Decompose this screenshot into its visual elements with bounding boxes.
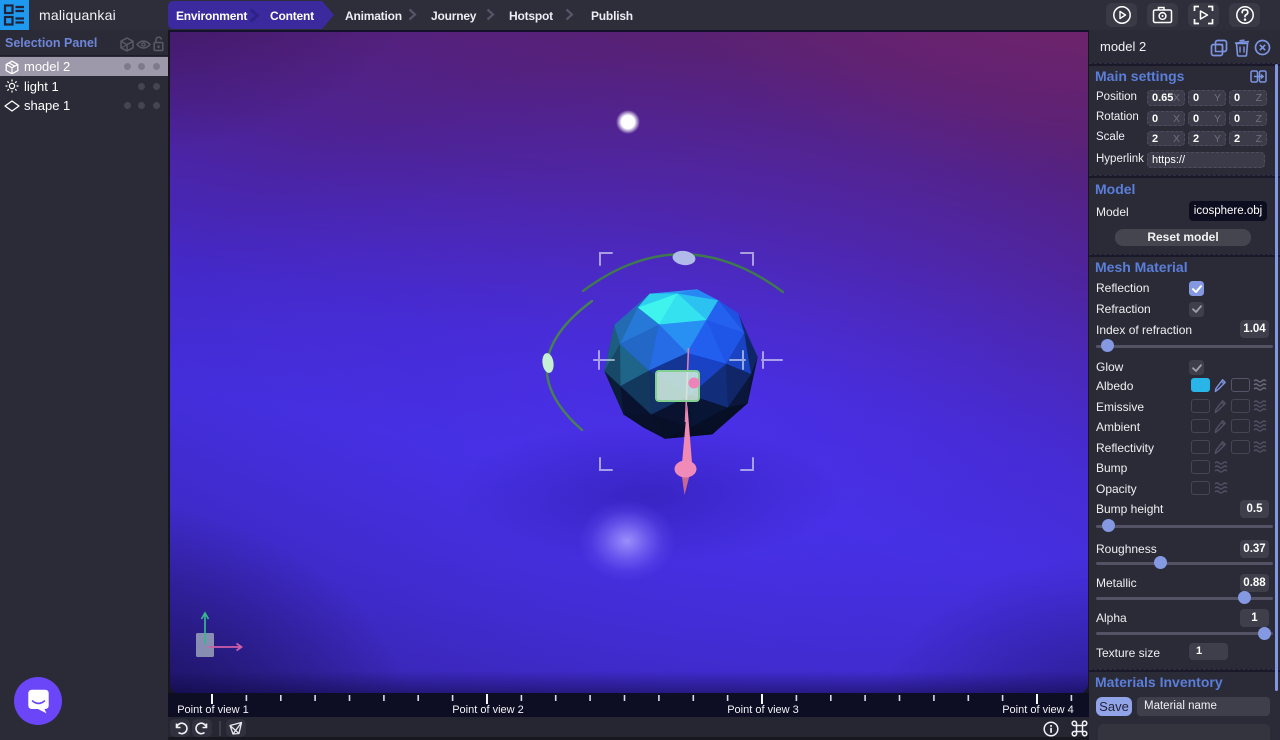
svg-text:Point of view 3: Point of view 3 [727,704,799,716]
svg-text:Point of view 2: Point of view 2 [452,704,524,716]
svg-text:Point of view 4: Point of view 4 [1002,704,1074,716]
svg-text:Point of view 1: Point of view 1 [177,704,249,716]
